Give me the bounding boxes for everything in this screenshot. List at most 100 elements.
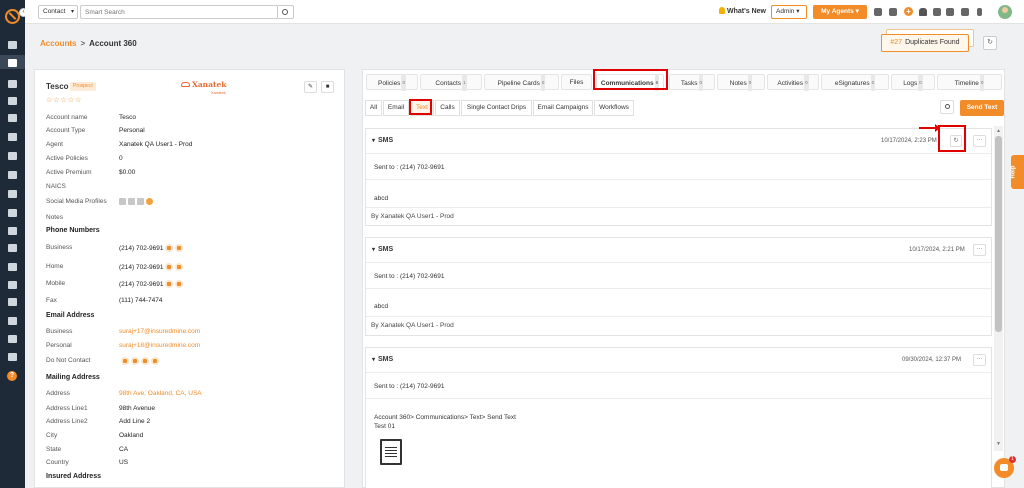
contacts-icon[interactable] bbox=[8, 80, 17, 88]
message-body: abcd bbox=[374, 195, 389, 202]
dashboard-icon[interactable] bbox=[8, 41, 17, 49]
facebook-icon[interactable] bbox=[128, 198, 135, 205]
no-call-icon[interactable] bbox=[121, 357, 129, 365]
message-card: SMS 09/30/2024, 12:37 PM ··· Sent to : (… bbox=[365, 347, 992, 488]
subtab-email-campaigns[interactable]: Email Campaigns bbox=[533, 100, 593, 116]
settings-icon[interactable] bbox=[8, 353, 17, 361]
tab-contacts[interactable]: Contacts 1 bbox=[420, 74, 482, 91]
detail-label: NAICS bbox=[46, 183, 66, 190]
scroll-down-icon[interactable]: ▼ bbox=[996, 441, 1001, 447]
notes-icon[interactable] bbox=[8, 281, 17, 289]
refresh-icon[interactable]: ↻ bbox=[983, 36, 997, 50]
no-mail-icon[interactable] bbox=[151, 357, 159, 365]
more-options-button[interactable]: ··· bbox=[973, 244, 986, 256]
filter-icon[interactable] bbox=[8, 152, 17, 160]
do-not-contact-label: Do Not Contact bbox=[46, 357, 91, 364]
my-agents-button[interactable]: My Agents ▾ bbox=[813, 5, 867, 19]
google-icon[interactable] bbox=[8, 244, 17, 252]
exit-icon[interactable] bbox=[933, 8, 941, 16]
user-avatar[interactable] bbox=[998, 5, 1012, 19]
workflow-icon[interactable] bbox=[8, 317, 17, 325]
subtab-all[interactable]: All bbox=[365, 100, 382, 116]
app-logo[interactable] bbox=[5, 9, 20, 24]
subtab-single-contact-drips[interactable]: Single Contact Drips bbox=[461, 100, 532, 116]
admin-select[interactable]: Admin ▾ bbox=[771, 5, 807, 19]
context-select[interactable]: Contact ▾ bbox=[38, 5, 78, 19]
carriers-icon[interactable] bbox=[8, 114, 17, 122]
sync-icon[interactable] bbox=[874, 8, 882, 16]
folder-icon[interactable] bbox=[8, 227, 17, 235]
video-icon[interactable] bbox=[175, 280, 184, 288]
search-communications-button[interactable] bbox=[940, 100, 954, 114]
scroll-up-icon[interactable]: ▲ bbox=[996, 128, 1001, 134]
reports-icon[interactable] bbox=[8, 209, 17, 217]
tab-notes[interactable]: Notes 0 bbox=[717, 74, 765, 91]
delete-account-button[interactable]: ■ bbox=[321, 81, 334, 93]
message-type[interactable]: SMS bbox=[372, 246, 393, 253]
address-link[interactable]: 98th Ave, Oakland, CA, USA bbox=[119, 390, 202, 397]
breadcrumb-accounts[interactable]: Accounts bbox=[40, 39, 76, 48]
smart-search-input[interactable] bbox=[80, 5, 278, 19]
tab-timeline[interactable]: Timeline 0 bbox=[937, 74, 1002, 91]
search-icon bbox=[945, 104, 950, 109]
no-email-icon[interactable] bbox=[131, 357, 139, 365]
duplicates-found-button[interactable]: #27 Duplicates Found bbox=[881, 34, 969, 52]
subtab-workflows[interactable]: Workflows bbox=[594, 100, 634, 116]
edit-account-button[interactable]: ✎ bbox=[304, 81, 317, 93]
phone-value-wrap: (214) 702-9691 bbox=[119, 280, 184, 288]
subtab-email[interactable]: Email bbox=[383, 100, 409, 116]
tab-activities[interactable]: Activities 0 bbox=[767, 74, 819, 91]
cloud-upload-icon[interactable] bbox=[889, 8, 897, 16]
message-type[interactable]: SMS bbox=[372, 137, 393, 144]
tab-policies[interactable]: Policies 0 bbox=[366, 74, 418, 91]
whats-new-link[interactable]: What's New bbox=[719, 7, 766, 15]
email-link[interactable]: suraj+18@insuredmine.com bbox=[119, 342, 200, 349]
bell-icon[interactable] bbox=[919, 8, 927, 16]
video-icon[interactable] bbox=[175, 244, 184, 252]
email-link[interactable]: suraj+17@insuredmine.com bbox=[119, 328, 200, 335]
tab-tasks[interactable]: Tasks 0 bbox=[669, 74, 715, 91]
mailing-value: Oakland bbox=[119, 432, 144, 439]
rating-stars[interactable]: ☆☆☆☆☆ bbox=[46, 96, 82, 104]
megaphone-icon[interactable] bbox=[8, 171, 17, 179]
globe-icon[interactable] bbox=[146, 198, 153, 205]
call-icon[interactable] bbox=[165, 280, 174, 288]
tab-files[interactable]: Files bbox=[561, 74, 592, 90]
tasks-icon[interactable] bbox=[8, 263, 17, 271]
feed-scrollbar[interactable]: ▲ ▼ bbox=[994, 126, 1003, 451]
tab-esignatures[interactable]: eSignatures 0 bbox=[821, 74, 889, 91]
mail-icon[interactable] bbox=[8, 298, 17, 306]
chip-icon[interactable] bbox=[961, 8, 969, 16]
subtab-calls[interactable]: Calls bbox=[435, 100, 460, 116]
detail-value: Personal bbox=[119, 127, 145, 134]
no-text-icon[interactable] bbox=[141, 357, 149, 365]
attachment-document-icon[interactable] bbox=[380, 439, 402, 465]
send-text-button[interactable]: Send Text bbox=[960, 100, 1004, 116]
calendar-icon[interactable] bbox=[8, 133, 17, 141]
search-button[interactable] bbox=[278, 5, 294, 19]
whats-new-label: What's New bbox=[727, 8, 767, 15]
message-type[interactable]: SMS bbox=[372, 356, 393, 363]
phone-value: (214) 702-9691 bbox=[119, 264, 164, 271]
more-options-button[interactable]: ··· bbox=[973, 135, 986, 147]
call-icon[interactable] bbox=[165, 244, 174, 252]
help-icon[interactable]: ? bbox=[7, 371, 17, 381]
linkedin-icon[interactable] bbox=[119, 198, 126, 205]
scrollbar-thumb[interactable] bbox=[995, 136, 1002, 332]
twitter-icon[interactable] bbox=[137, 198, 144, 205]
add-icon[interactable]: + bbox=[904, 7, 913, 16]
mobile-icon[interactable] bbox=[977, 8, 982, 16]
analytics-icon[interactable] bbox=[8, 335, 17, 343]
accounts-icon[interactable] bbox=[8, 59, 17, 67]
document-icon[interactable] bbox=[8, 190, 17, 198]
brand-name: Xanatek bbox=[192, 80, 227, 89]
detail-value: $0.00 bbox=[119, 169, 136, 176]
tab-pipeline-cards[interactable]: Pipeline Cards 0 bbox=[484, 74, 559, 91]
call-icon[interactable] bbox=[165, 263, 174, 271]
bank-icon[interactable] bbox=[8, 97, 17, 105]
more-options-button[interactable]: ··· bbox=[973, 354, 986, 366]
phone-icon[interactable] bbox=[946, 8, 954, 16]
video-icon[interactable] bbox=[175, 263, 184, 271]
tab-logs[interactable]: Logs 0 bbox=[891, 74, 935, 91]
help-side-tab[interactable]: Help bbox=[1011, 155, 1024, 189]
